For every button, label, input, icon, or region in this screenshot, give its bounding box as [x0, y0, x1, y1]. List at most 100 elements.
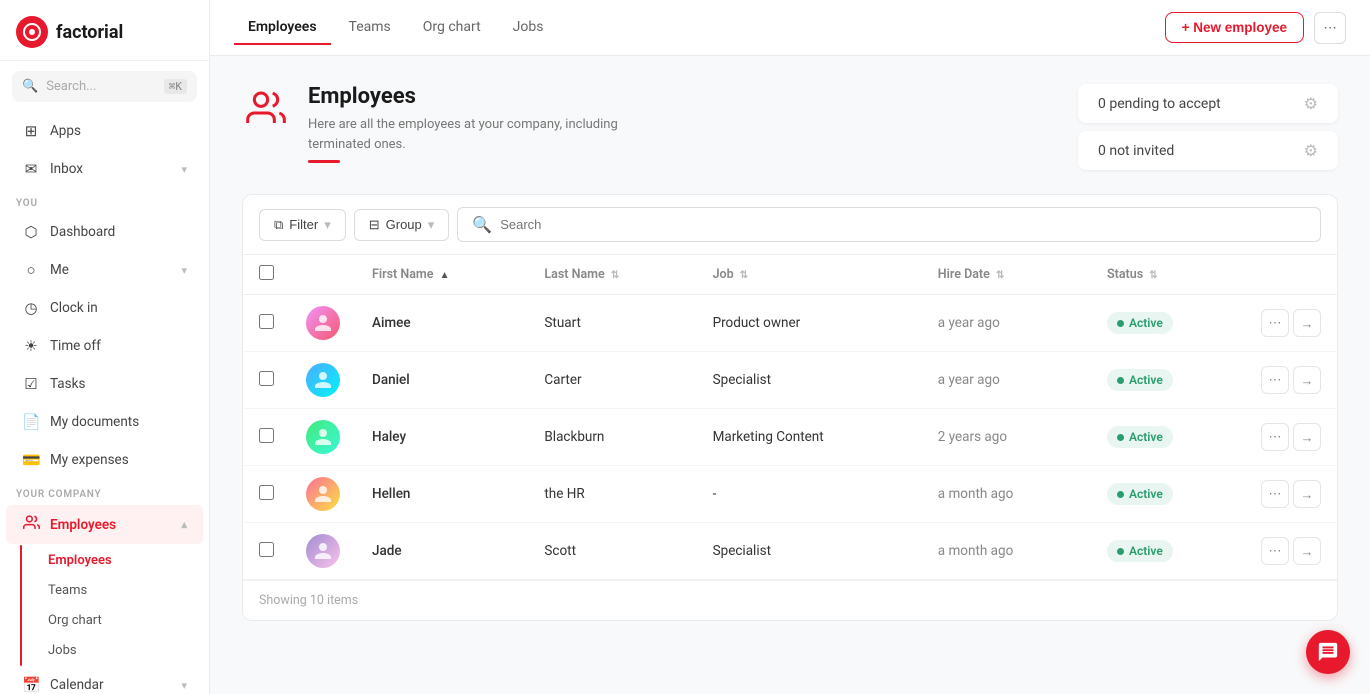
- sidebar-sub-item-org-chart[interactable]: Org chart: [12, 606, 203, 635]
- row-actions-cell: ⋯ →: [1245, 352, 1337, 409]
- status-dot: [1117, 377, 1124, 384]
- row-job: Product owner: [697, 295, 922, 352]
- sidebar-item-time-off[interactable]: ☀ Time off: [6, 328, 203, 364]
- sidebar-item-my-documents[interactable]: 📄 My documents: [6, 404, 203, 440]
- sidebar-item-apps[interactable]: ⊞ Apps: [6, 113, 203, 149]
- calendar-icon: 📅: [22, 676, 40, 694]
- col-job-label: Job: [713, 267, 734, 282]
- chevron-down-icon: ▾: [181, 163, 187, 176]
- row-avatar-cell: [290, 295, 356, 352]
- tasks-icon: ☑: [22, 375, 40, 393]
- status-badge: Active: [1107, 369, 1173, 391]
- row-checkbox[interactable]: [259, 371, 274, 386]
- tab-org-chart[interactable]: Org chart: [409, 11, 495, 45]
- sidebar-item-clock-in[interactable]: ◷ Clock in: [6, 290, 203, 326]
- gear-icon-not-invited[interactable]: ⚙: [1304, 141, 1318, 160]
- row-navigate-button[interactable]: →: [1293, 480, 1321, 508]
- row-last-name: Stuart: [528, 295, 696, 352]
- avatar: [306, 306, 340, 340]
- sidebar: factorial 🔍 Search... ⌘K ⊞ Apps ✉ Inbox …: [0, 0, 210, 694]
- table-header-row: First Name ▲ Last Name ⇅ Job ⇅ Hire Da: [243, 255, 1337, 295]
- sidebar-item-employees[interactable]: Employees ▴: [6, 505, 203, 544]
- sidebar-item-tasks[interactable]: ☑ Tasks: [6, 366, 203, 402]
- tab-jobs[interactable]: Jobs: [499, 11, 558, 45]
- row-last-name: Carter: [528, 352, 696, 409]
- stat-not-invited: 0 not invited ⚙: [1078, 131, 1338, 170]
- row-first-name: Daniel: [356, 352, 528, 409]
- more-options-button[interactable]: ⋯: [1314, 12, 1346, 44]
- tab-teams[interactable]: Teams: [335, 11, 405, 45]
- tab-employees[interactable]: Employees: [234, 11, 331, 45]
- sidebar-search[interactable]: 🔍 Search... ⌘K: [12, 71, 197, 102]
- row-checkbox[interactable]: [259, 542, 274, 557]
- row-checkbox[interactable]: [259, 314, 274, 329]
- sidebar-sub-item-employees[interactable]: Employees: [12, 546, 203, 575]
- row-hire-date: a month ago: [922, 523, 1091, 580]
- group-button[interactable]: ⊟ Group ▾: [354, 209, 450, 241]
- row-actions: ⋯ →: [1261, 366, 1321, 394]
- clock-icon: ◷: [22, 299, 40, 317]
- stat-pending: 0 pending to accept ⚙: [1078, 84, 1338, 123]
- row-more-button[interactable]: ⋯: [1261, 309, 1289, 337]
- col-first-name[interactable]: First Name ▲: [356, 255, 528, 295]
- avatar: [306, 363, 340, 397]
- sidebar-item-time-off-label: Time off: [50, 338, 187, 354]
- row-navigate-button[interactable]: →: [1293, 537, 1321, 565]
- filter-button[interactable]: ⧉ Filter ▾: [259, 209, 346, 241]
- row-checkbox[interactable]: [259, 428, 274, 443]
- chevron-down-icon: ▾: [181, 264, 187, 277]
- table-footer: Showing 10 items: [243, 580, 1337, 620]
- status-badge: Active: [1107, 540, 1173, 562]
- table-search-input[interactable]: [500, 217, 1306, 232]
- row-more-button[interactable]: ⋯: [1261, 480, 1289, 508]
- row-first-name: Hellen: [356, 466, 528, 523]
- sidebar-item-my-documents-label: My documents: [50, 414, 187, 430]
- row-first-name: Jade: [356, 523, 528, 580]
- sidebar-item-me[interactable]: ○ Me ▾: [6, 252, 203, 288]
- chat-button[interactable]: [1306, 630, 1350, 674]
- logo-area: factorial: [0, 0, 209, 61]
- search-placeholder: Search...: [46, 79, 156, 94]
- sidebar-sub-item-employees-label: Employees: [48, 553, 112, 568]
- row-actions-cell: ⋯ →: [1245, 409, 1337, 466]
- search-icon: 🔍: [22, 79, 38, 94]
- sidebar-item-calendar[interactable]: 📅 Calendar ▾: [6, 667, 203, 694]
- sidebar-sub-item-teams[interactable]: Teams: [12, 576, 203, 605]
- table-footer-text: Showing 10 items: [259, 593, 358, 608]
- chevron-up-icon: ▴: [181, 518, 187, 531]
- new-employee-button[interactable]: + New employee: [1165, 12, 1304, 43]
- select-all-checkbox[interactable]: [259, 265, 274, 280]
- row-navigate-button[interactable]: →: [1293, 309, 1321, 337]
- row-navigate-button[interactable]: →: [1293, 366, 1321, 394]
- status-badge: Active: [1107, 426, 1173, 448]
- gear-icon-pending[interactable]: ⚙: [1304, 94, 1318, 113]
- row-last-name: Scott: [528, 523, 696, 580]
- page-header: Employees Here are all the employees at …: [242, 84, 1338, 170]
- sort-icon: ⇅: [611, 270, 619, 281]
- col-last-name[interactable]: Last Name ⇅: [528, 255, 696, 295]
- row-avatar-cell: [290, 352, 356, 409]
- status-dot: [1117, 434, 1124, 441]
- employees-icon: [22, 514, 40, 535]
- row-checkbox[interactable]: [259, 485, 274, 500]
- sidebar-item-tasks-label: Tasks: [50, 376, 187, 392]
- sidebar-item-dashboard[interactable]: ⬡ Dashboard: [6, 214, 203, 250]
- sidebar-item-my-expenses[interactable]: 💳 My expenses: [6, 442, 203, 478]
- row-more-button[interactable]: ⋯: [1261, 366, 1289, 394]
- row-more-button[interactable]: ⋯: [1261, 537, 1289, 565]
- table-toolbar: ⧉ Filter ▾ ⊟ Group ▾ 🔍: [243, 195, 1337, 255]
- col-status[interactable]: Status ⇅: [1091, 255, 1245, 295]
- table-search[interactable]: 🔍: [457, 207, 1321, 242]
- col-job[interactable]: Job ⇅: [697, 255, 922, 295]
- apps-icon: ⊞: [22, 122, 40, 140]
- sidebar-item-calendar-label: Calendar: [50, 677, 171, 693]
- row-job: Marketing Content: [697, 409, 922, 466]
- row-last-name: the HR: [528, 466, 696, 523]
- select-all-cell: [243, 255, 290, 295]
- row-navigate-button[interactable]: →: [1293, 423, 1321, 451]
- row-status: Active: [1091, 352, 1245, 409]
- sidebar-sub-item-jobs[interactable]: Jobs: [12, 636, 203, 665]
- row-more-button[interactable]: ⋯: [1261, 423, 1289, 451]
- col-hire-date[interactable]: Hire Date ⇅: [922, 255, 1091, 295]
- sidebar-item-inbox[interactable]: ✉ Inbox ▾: [6, 151, 203, 187]
